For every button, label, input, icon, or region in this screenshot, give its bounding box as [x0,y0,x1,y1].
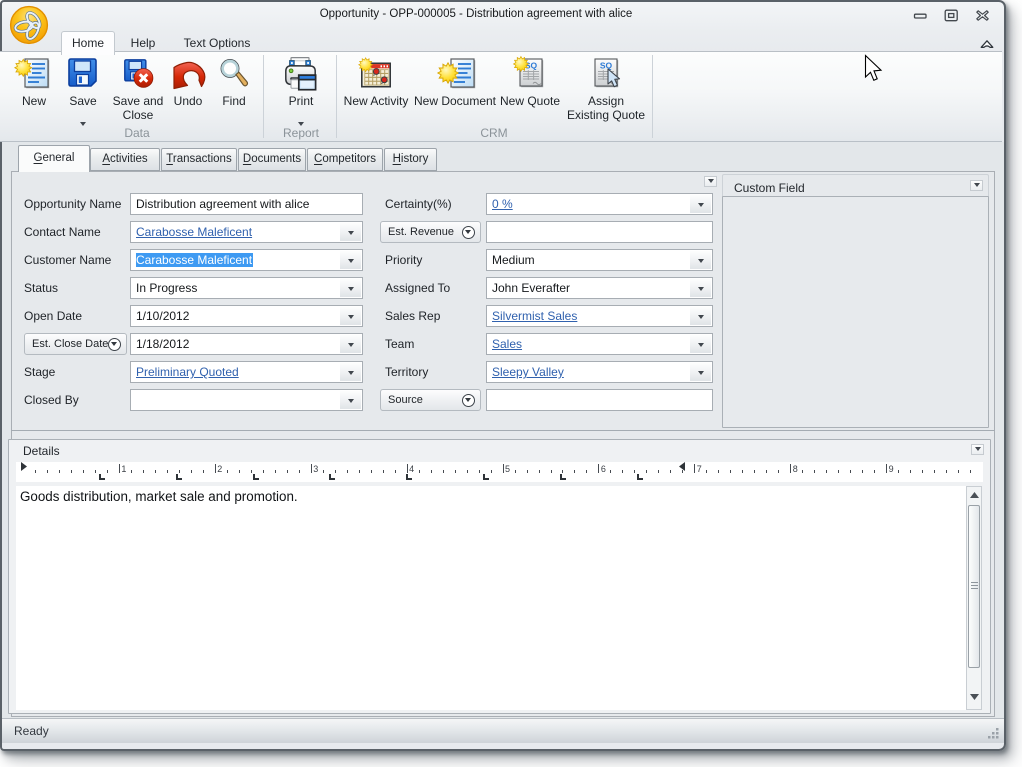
svg-text:SQ: SQ [525,61,538,71]
svg-text:SQ: SQ [600,61,613,71]
